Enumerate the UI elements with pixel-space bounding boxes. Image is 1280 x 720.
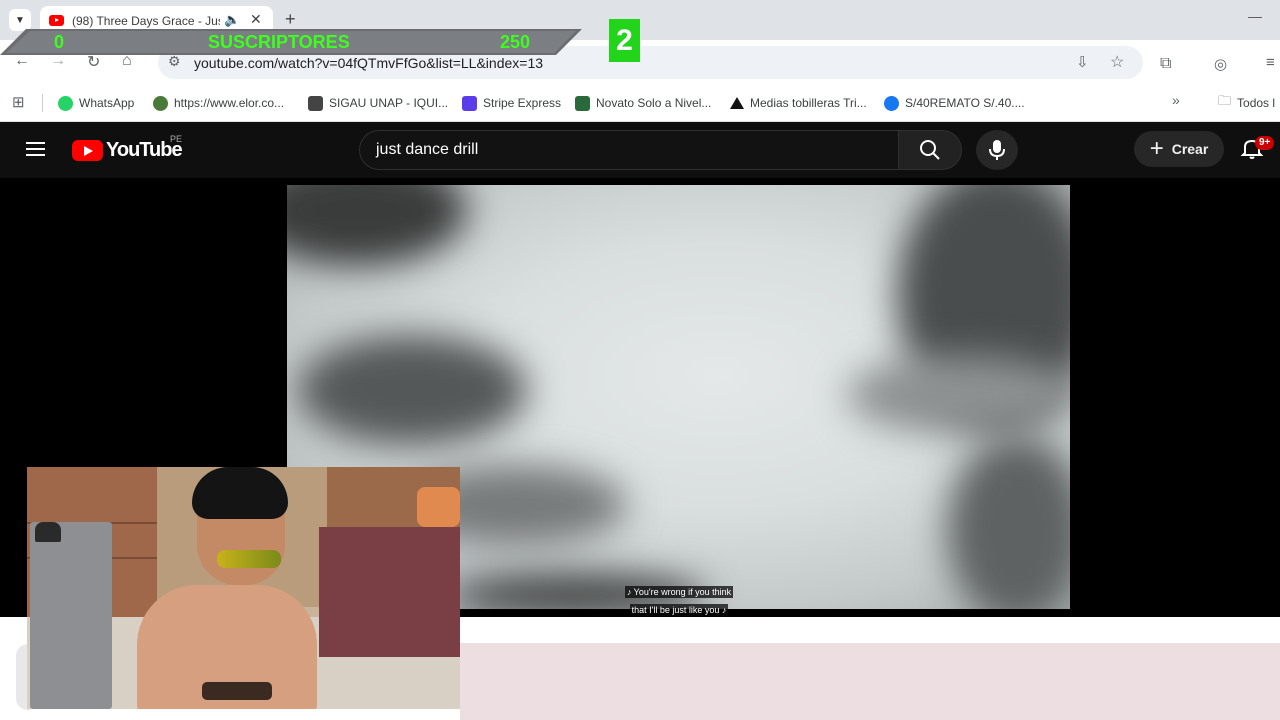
stripe-icon [462,95,477,111]
all-bookmarks-folder[interactable]: 🗀 Todos l [1218,93,1275,113]
bookmark-label: SIGAU UNAP - IQUI... [329,96,449,110]
divider [42,94,43,112]
search-input-value[interactable]: just dance drill [376,141,478,159]
google-lens-icon[interactable]: ◎ [1214,55,1227,73]
bookmark-item[interactable]: Novato Solo a Nivel... [575,93,711,113]
video-shadow [287,185,467,265]
fridge-object [35,522,61,542]
create-label: Crear [1171,141,1209,157]
bookmark-item[interactable]: https://www.elor.co... [153,93,284,113]
plus-icon: + [1149,135,1164,162]
subscriber-goal: 250 [500,32,531,52]
whatsapp-icon [58,95,73,111]
folder-icon: 🗀 [1218,93,1232,108]
country-code: PE [170,134,183,144]
bookmark-label: Todos l [1237,96,1276,110]
search-button[interactable] [898,130,962,170]
speaker-icon[interactable]: 🔈 [224,12,240,28]
tab-search-button[interactable]: ▼ [9,9,31,31]
video-shadow [947,435,1070,609]
unap-icon [308,95,323,111]
bookmark-label: WhatsApp [79,96,135,110]
reading-list-icon[interactable]: ≡ [1266,54,1275,71]
reload-icon[interactable]: ↻ [87,52,100,72]
microphone-icon [989,140,1005,160]
search-input[interactable]: just dance drill [359,130,899,170]
caption-line: ♪ You're wrong if you think [624,586,734,598]
subscriber-goal-bar: 0 SUSCRIPTORES 250 [0,29,582,55]
url-text[interactable]: youtube.com/watch?v=04fQTmvFfGo&list=LL&… [194,55,543,71]
bookmark-label: https://www.elor.co... [174,96,285,110]
video-description-panel[interactable] [460,643,1280,720]
menu-icon[interactable] [26,140,46,158]
bookmark-item[interactable]: Medias tobilleras Tri... [730,93,867,113]
mw-icon [575,95,590,111]
pillow [417,487,460,527]
install-app-icon[interactable]: ⇩ [1076,53,1089,71]
bookmark-item[interactable]: Stripe Express [462,93,561,113]
bookmarks-overflow-button[interactable]: » [1172,92,1180,108]
apps-grid-icon[interactable]: ⊞ [12,93,25,111]
subscriber-count: 0 [54,32,65,52]
bookmark-label: Medias tobilleras Tri... [750,96,867,110]
elor-icon [153,95,168,111]
video-caption: ♪ You're wrong if you think that I'll be… [620,582,738,618]
sunglasses [217,550,281,568]
tab-title: (98) Three Days Grace - Just Like You [72,14,220,28]
extensions-icon[interactable]: ⧉ [1160,55,1171,73]
bed [319,527,460,657]
close-icon[interactable]: ✕ [250,11,262,28]
youtube-logo[interactable]: YouTube [72,138,183,162]
search-icon [920,140,940,160]
bookmark-label: Novato Solo a Nivel... [596,96,712,110]
counter-badge: 2 [609,19,640,62]
bookmark-item[interactable]: SIGAU UNAP - IQUI... [308,93,448,113]
subscriber-label: SUSCRIPTORES [208,32,350,52]
caption-line: that I'll be just like you ♪ [629,604,729,616]
bookmark-item[interactable]: WhatsApp [58,93,134,113]
adidas-icon [730,97,744,109]
youtube-header: YouTube PE just dance drill + Crear 9+ [0,122,1280,178]
create-button[interactable]: + Crear [1134,131,1224,167]
bookmark-label: Stripe Express [483,96,562,110]
youtube-play-icon [72,139,103,161]
person-hair [192,467,288,519]
voice-search-button[interactable] [976,130,1018,170]
video-shadow [847,355,1070,435]
phone-in-hands [202,682,272,700]
new-tab-button[interactable]: + [285,9,296,29]
minimize-icon[interactable]: — [1248,8,1262,24]
bookmarks-bar: ⊞ WhatsApp https://www.elor.co... SIGAU … [0,84,1280,122]
mini-fridge [30,522,112,709]
facebook-icon [884,95,899,111]
video-shadow [297,335,527,445]
youtube-favicon-icon [49,15,64,26]
bookmark-label: S/40REMATO S/.40.... [905,96,1025,110]
bookmark-item[interactable]: S/40REMATO S/.40.... [884,93,1025,113]
chevron-down-icon: ▼ [15,14,25,26]
notification-badge: 9+ [1255,136,1275,150]
site-info-icon[interactable]: ⚙ [168,53,181,70]
bookmark-star-icon[interactable]: ☆ [1110,52,1124,72]
webcam-overlay [27,467,460,709]
